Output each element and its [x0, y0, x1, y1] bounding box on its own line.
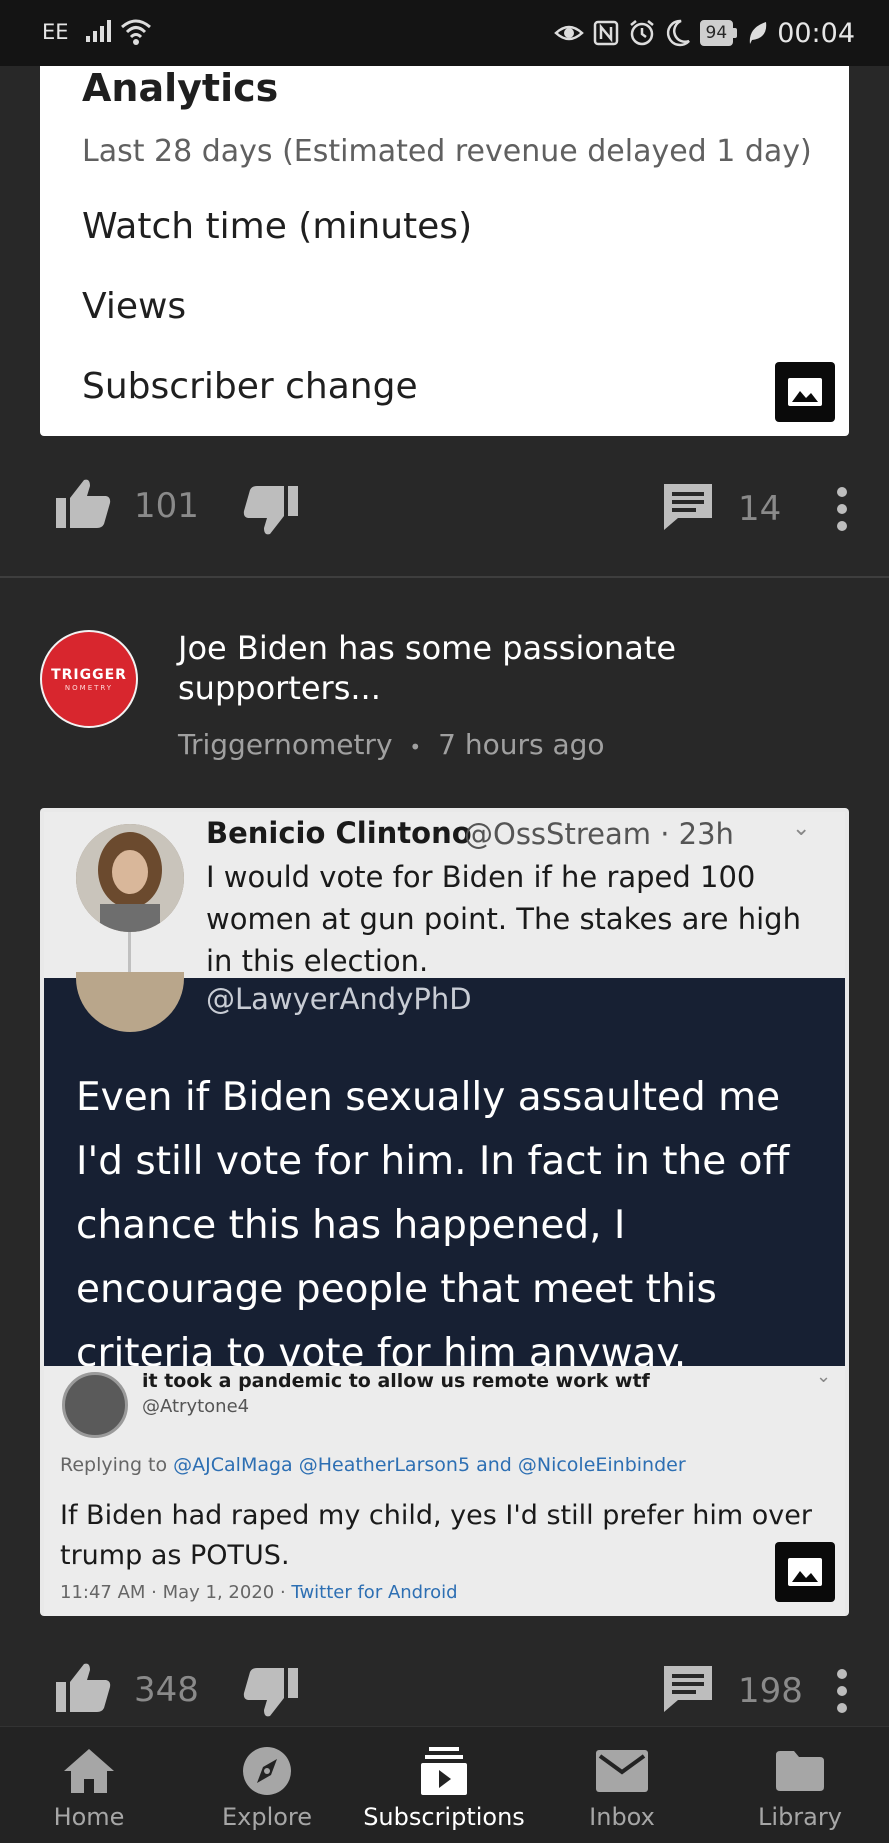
comments-button[interactable]: 198 — [662, 1664, 803, 1718]
meta-separator: • — [409, 735, 422, 759]
mail-icon — [596, 1745, 648, 1797]
nav-explore[interactable]: Explore — [178, 1727, 356, 1843]
tweet-1: Benicio Clintono @OssStream · 23h ⌄ I wo… — [44, 812, 845, 992]
tweet3-name: it took a pandemic to allow us remote wo… — [142, 1370, 650, 1392]
like-count: 348 — [134, 1670, 199, 1710]
nav-inbox-label: Inbox — [589, 1803, 655, 1831]
bottom-nav: Home Explore Subscriptions Inbox Library — [0, 1726, 889, 1843]
tweet2-avatar — [76, 972, 184, 1032]
analytics-subtitle: Last 28 days (Estimated revenue delayed … — [82, 134, 812, 169]
dislike-button[interactable] — [242, 484, 300, 540]
subscriptions-icon — [421, 1745, 467, 1797]
thumb-up-icon — [54, 478, 112, 534]
avatar-logo-subtext: NOMETRY — [64, 683, 114, 692]
alarm-icon — [628, 19, 656, 47]
image-icon[interactable] — [775, 362, 835, 422]
like-count: 101 — [134, 486, 199, 526]
analytics-title: Analytics — [82, 66, 279, 110]
tweet3-app: Twitter for Android — [291, 1582, 458, 1603]
tweet-3: it took a pandemic to allow us remote wo… — [44, 1366, 845, 1616]
chevron-down-icon: ⌄ — [816, 1366, 832, 1387]
tweet1-avatar — [76, 824, 184, 932]
carrier-label: EE — [42, 20, 69, 44]
tweet3-avatar — [62, 1372, 128, 1438]
compass-icon — [241, 1745, 293, 1797]
post-image[interactable]: Benicio Clintono @OssStream · 23h ⌄ I wo… — [40, 808, 849, 1616]
signal-icon — [84, 18, 114, 48]
nav-inbox[interactable]: Inbox — [533, 1727, 711, 1843]
like-button[interactable]: 101 — [54, 478, 199, 534]
thumb-down-icon — [242, 1666, 300, 1722]
thumb-down-icon — [242, 484, 300, 540]
nav-home-label: Home — [53, 1803, 125, 1831]
comment-icon — [662, 482, 714, 536]
nav-subscriptions-label: Subscriptions — [363, 1803, 525, 1831]
tweet1-handle: @OssStream · 23h — [464, 817, 734, 851]
post1-actions: 101 14 — [0, 474, 889, 544]
reply-mentions: @AJCalMaga @HeatherLarson5 and @NicoleEi… — [173, 1454, 686, 1476]
post-meta: Triggernometry • 7 hours ago — [178, 728, 605, 761]
tweet1-name: Benicio Clintono — [206, 816, 472, 850]
tweet1-text: I would vote for Biden if he raped 100 w… — [206, 860, 801, 978]
app-root: EE 94 00:04 Analytics Last 28 days (Esti… — [0, 0, 889, 1843]
analytics-card[interactable]: Analytics Last 28 days (Estimated revenu… — [40, 66, 849, 436]
dislike-button[interactable] — [242, 1666, 300, 1722]
tweet3-timestamp: 11:47 AM · May 1, 2020 · Twitter for And… — [60, 1582, 458, 1603]
post-age: 7 hours ago — [438, 728, 605, 761]
reply-prefix: Replying to — [60, 1454, 174, 1476]
battery-level: 94 — [699, 20, 734, 46]
more-options-button[interactable] — [832, 484, 852, 538]
nfc-icon — [593, 20, 619, 46]
like-button[interactable]: 348 — [54, 1662, 199, 1718]
channel-avatar[interactable]: TRIGGER NOMETRY — [40, 630, 138, 728]
analytics-item-views[interactable]: Views — [82, 286, 186, 327]
chevron-down-icon: ⌄ — [792, 816, 811, 841]
post-title[interactable]: Joe Biden has some passionate supporters… — [178, 628, 738, 708]
comments-button[interactable]: 14 — [662, 482, 781, 536]
tweet2-handle: @LawyerAndyPhD — [206, 982, 472, 1016]
channel-name[interactable]: Triggernometry — [178, 728, 393, 761]
nav-library[interactable]: Library — [711, 1727, 889, 1843]
home-icon — [62, 1745, 116, 1797]
post-divider — [0, 576, 889, 578]
tweet3-text: If Biden had raped my child, yes I'd sti… — [60, 1500, 812, 1571]
nav-library-label: Library — [758, 1803, 842, 1831]
comment-count: 14 — [738, 489, 782, 529]
more-vert-icon — [832, 484, 852, 538]
eye-icon — [553, 21, 584, 45]
tweet3-time: 11:47 AM · May 1, 2020 · — [60, 1582, 292, 1603]
wifi-icon — [120, 18, 152, 50]
comment-icon — [662, 1664, 714, 1718]
status-bar: EE 94 00:04 — [0, 0, 889, 66]
thumb-up-icon — [54, 1662, 112, 1718]
battery-icon: 94 — [699, 20, 738, 46]
avatar-logo-text: TRIGGER — [51, 666, 127, 683]
more-options-button[interactable] — [832, 1666, 852, 1720]
post2-actions: 348 198 — [0, 1656, 889, 1726]
comment-count: 198 — [738, 1671, 803, 1711]
status-icons: 94 00:04 — [553, 14, 855, 52]
tweet-2: @LawyerAndyPhD Even if Biden sexually as… — [44, 972, 845, 1376]
clock: 00:04 — [777, 17, 855, 49]
folder-icon — [776, 1745, 824, 1797]
analytics-item-watch-time[interactable]: Watch time (minutes) — [82, 206, 472, 247]
moon-icon — [665, 19, 691, 47]
image-icon[interactable] — [775, 1542, 835, 1602]
nav-subscriptions[interactable]: Subscriptions — [355, 1727, 533, 1843]
nav-home[interactable]: Home — [0, 1727, 178, 1843]
more-vert-icon — [832, 1666, 852, 1720]
nav-explore-label: Explore — [221, 1803, 313, 1831]
leaf-icon — [746, 20, 768, 46]
analytics-item-subscriber-change[interactable]: Subscriber change — [82, 366, 418, 407]
tweet3-reply-line: Replying to @AJCalMaga @HeatherLarson5 a… — [60, 1454, 686, 1476]
tweet3-handle: @Atrytone4 — [142, 1396, 250, 1417]
tweet2-text: Even if Biden sexually assaulted me I'd … — [76, 1075, 790, 1376]
